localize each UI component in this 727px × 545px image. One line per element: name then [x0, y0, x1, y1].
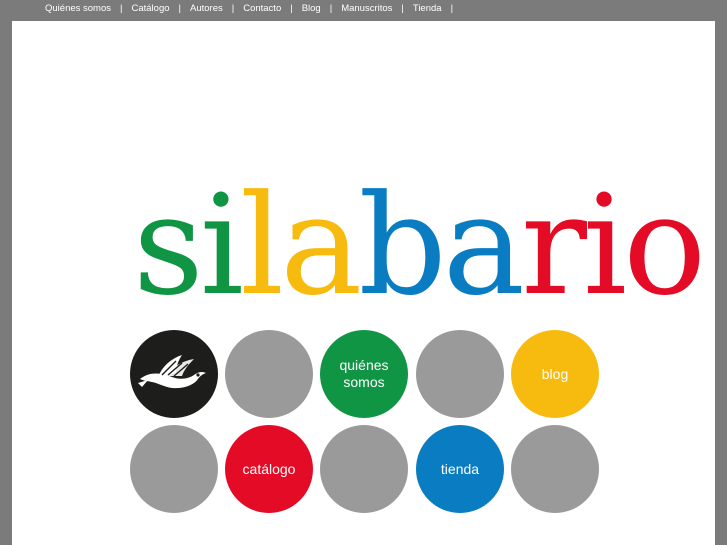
grey-circle [130, 425, 218, 513]
bird-icon [138, 355, 206, 389]
nav-separator: | [231, 3, 235, 14]
grey-circle [511, 425, 599, 513]
logo-letter: l [239, 165, 284, 326]
nav-autores[interactable]: Autores [190, 3, 223, 14]
blog-button[interactable]: blog [511, 330, 599, 418]
grey-circle [225, 330, 313, 418]
logo-letter: a [442, 165, 525, 326]
tienda-label: tienda [440, 460, 480, 477]
quienes-somos-button[interactable]: quiénes somos [320, 330, 408, 418]
logo-letter: r [521, 165, 587, 326]
nav-blog[interactable]: Blog [302, 3, 321, 14]
main-nav: Quiénes somos | Catálogo | Autores | Con… [45, 3, 462, 14]
quienes-somos-label: quiénes somos [339, 357, 388, 391]
top-nav-bar: Quiénes somos | Catálogo | Autores | Con… [0, 0, 727, 21]
logo-letter: i [582, 165, 627, 326]
logo-letter: i [199, 165, 244, 326]
nav-separator: | [290, 3, 293, 14]
tienda-button[interactable]: tienda [416, 425, 504, 513]
nav-separator: | [450, 3, 454, 14]
grey-circle [416, 330, 504, 418]
logo-letter: o [623, 165, 706, 326]
quienes-label-line1: quiénes [339, 357, 389, 373]
logo-letter: b [358, 165, 446, 326]
blog-label: blog [541, 365, 569, 382]
silabario-logo: silabario [133, 165, 706, 326]
nav-separator: | [329, 3, 333, 14]
logo-letter: a [280, 165, 362, 326]
nav-contacto[interactable]: Contacto [243, 3, 281, 14]
home-bird-button[interactable] [130, 330, 218, 418]
nav-separator: | [401, 3, 404, 14]
catalogo-label: catálogo [242, 460, 296, 477]
nav-quienes-somos[interactable]: Quiénes somos [45, 3, 111, 14]
nav-tienda[interactable]: Tienda [413, 3, 442, 14]
nav-separator: | [178, 3, 181, 14]
catalogo-button[interactable]: catálogo [225, 425, 313, 513]
quienes-label-line2: somos [343, 374, 385, 390]
nav-catalogo[interactable]: Catálogo [131, 3, 169, 14]
grey-circle [320, 425, 408, 513]
logo-letter: s [133, 165, 204, 326]
nav-separator: | [120, 3, 123, 14]
nav-manuscritos[interactable]: Manuscritos [341, 3, 392, 14]
